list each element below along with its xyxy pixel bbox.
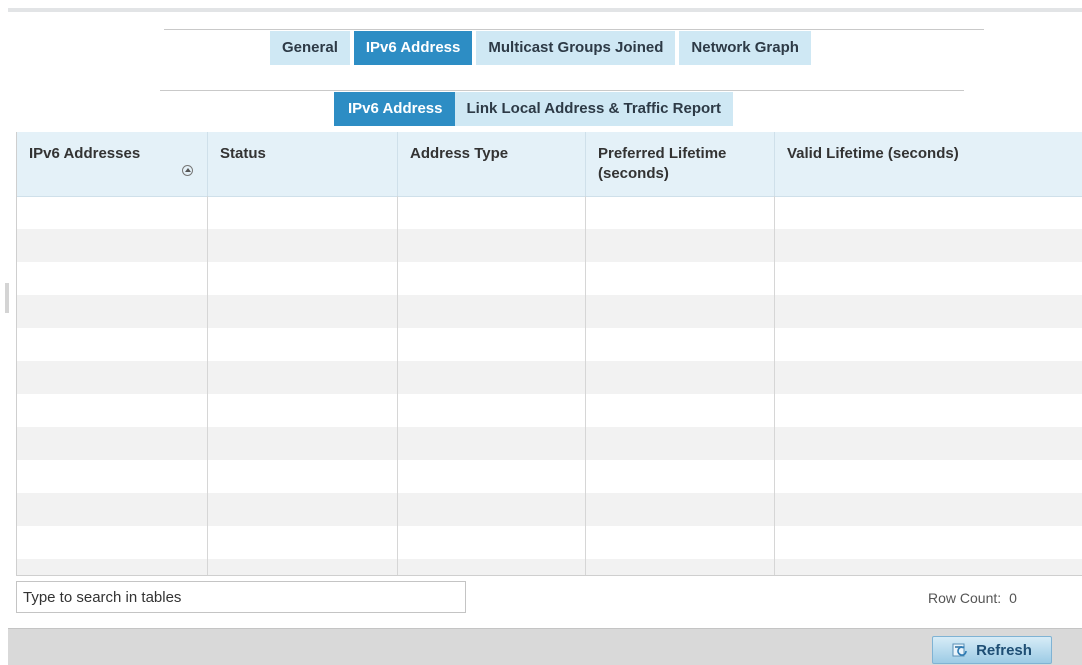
row-count-value: 0: [1009, 590, 1017, 606]
tab-general[interactable]: General: [270, 31, 350, 65]
column-divider: [207, 196, 208, 575]
column-divider: [585, 196, 586, 575]
column-header-status[interactable]: Status: [208, 132, 398, 196]
column-header-label: IPv6 Addresses: [29, 145, 141, 162]
table-body: [17, 196, 1082, 575]
subtab-link-local-address-traffic-report[interactable]: Link Local Address & Traffic Report: [454, 92, 733, 126]
table-row: [17, 394, 1082, 427]
top-tab-rule: [164, 29, 984, 30]
column-header-label: Status: [220, 145, 266, 162]
column-header-address-type[interactable]: Address Type: [398, 132, 586, 196]
row-count-label: Row Count:: [928, 590, 1002, 606]
table-row: [17, 361, 1082, 394]
table-row: [17, 493, 1082, 526]
table-row: [17, 196, 1082, 229]
table-row: [17, 427, 1082, 460]
table-row: [17, 526, 1082, 559]
column-header-preferred-lifetime[interactable]: Preferred Lifetime (seconds): [586, 132, 775, 196]
table-row: [17, 229, 1082, 262]
refresh-button[interactable]: Refresh: [932, 636, 1052, 664]
column-header-label: Preferred Lifetime (seconds): [598, 145, 727, 182]
window-top-border: [8, 8, 1082, 12]
footer-bar: [8, 628, 1082, 665]
column-header-label: Valid Lifetime (seconds): [787, 145, 959, 162]
sub-tab-rule: [160, 90, 964, 91]
column-header-ipv6-addresses[interactable]: IPv6 Addresses: [17, 132, 208, 196]
column-divider: [774, 196, 775, 575]
table-row: [17, 559, 1082, 575]
ipv6-address-table: IPv6 Addresses Status Address Type Prefe…: [16, 132, 1082, 576]
column-header-label: Address Type: [410, 145, 509, 162]
sort-ascending-icon[interactable]: [182, 165, 193, 176]
row-count: Row Count: 0: [928, 590, 1017, 606]
column-divider: [397, 196, 398, 575]
table-header: IPv6 Addresses Status Address Type Prefe…: [17, 132, 1082, 197]
table-row: [17, 262, 1082, 295]
table-row: [17, 295, 1082, 328]
subtab-ipv6-address[interactable]: IPv6 Address: [334, 92, 455, 126]
table-row: [17, 328, 1082, 361]
table-row: [17, 460, 1082, 493]
table-search-input[interactable]: [16, 581, 466, 613]
tab-network-graph[interactable]: Network Graph: [679, 31, 811, 65]
refresh-button-label: Refresh: [976, 641, 1032, 659]
refresh-icon: [952, 643, 967, 657]
column-header-valid-lifetime[interactable]: Valid Lifetime (seconds): [775, 132, 1082, 196]
tab-ipv6-address[interactable]: IPv6 Address: [353, 31, 473, 65]
tab-multicast-groups-joined[interactable]: Multicast Groups Joined: [476, 31, 676, 65]
sub-tab-bar: IPv6 Address Link Local Address & Traffi…: [334, 92, 733, 126]
top-tab-bar: General IPv6 Address Multicast Groups Jo…: [270, 31, 811, 65]
side-panel-handle[interactable]: [5, 283, 9, 313]
